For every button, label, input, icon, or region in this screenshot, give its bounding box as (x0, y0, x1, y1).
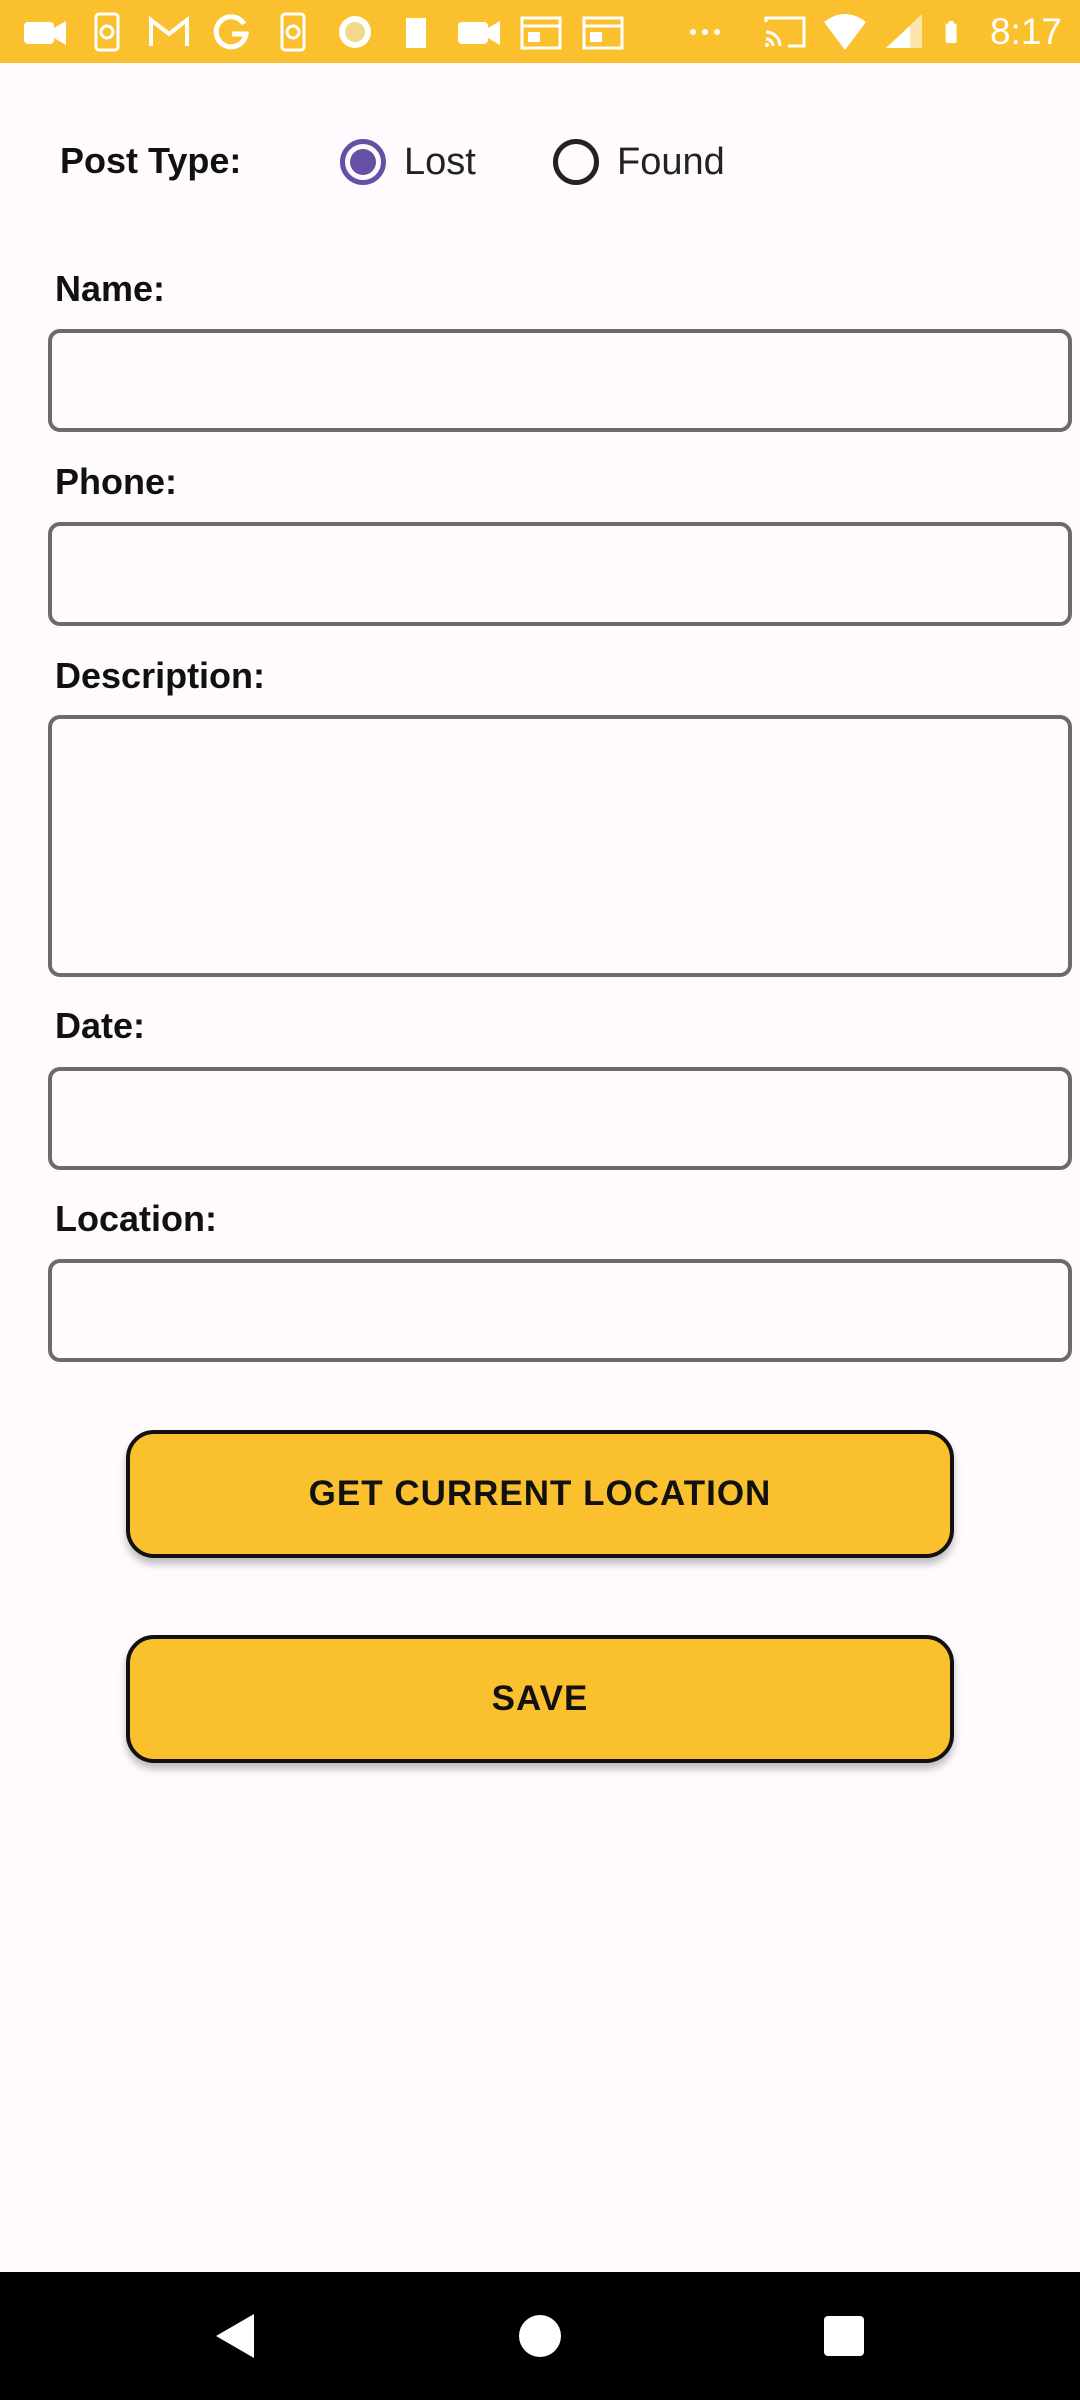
description-field[interactable] (48, 715, 1072, 977)
calendar-icon (520, 16, 562, 49)
radio-button-unchecked[interactable] (553, 139, 599, 185)
calendar-icon (582, 16, 624, 49)
location-label: Location: (55, 1198, 217, 1239)
back-icon[interactable] (216, 2314, 254, 2358)
name-label: Name: (55, 268, 166, 309)
cast-icon (764, 16, 806, 47)
location-field[interactable] (48, 1259, 1072, 1362)
navigation-bar (0, 2272, 1080, 2400)
date-input[interactable] (52, 1071, 1068, 1166)
google-icon (213, 13, 249, 49)
date-label: Date: (55, 1005, 146, 1046)
name-input[interactable] (52, 333, 1068, 428)
signal-icon (885, 13, 922, 48)
date-field[interactable] (48, 1067, 1072, 1170)
clock: 8:17 (989, 10, 1062, 52)
circle-icon (339, 15, 371, 48)
sd-card-icon (406, 17, 426, 48)
home-icon[interactable] (519, 2315, 561, 2357)
post-type-label: Post Type: (60, 140, 242, 181)
location-input[interactable] (52, 1263, 1068, 1358)
phone-field[interactable] (48, 522, 1072, 626)
phone-input[interactable] (52, 526, 1068, 622)
radio-found[interactable]: Found (553, 139, 725, 185)
description-label: Description: (55, 655, 266, 696)
name-field[interactable] (48, 329, 1072, 432)
description-input[interactable] (52, 719, 1068, 973)
radio-lost[interactable]: Lost (340, 139, 476, 185)
save-button[interactable]: SAVE (126, 1635, 954, 1763)
recents-icon[interactable] (824, 2316, 864, 2356)
get-current-location-button[interactable]: GET CURRENT LOCATION (126, 1430, 954, 1558)
podcast-icon (280, 12, 306, 51)
radio-lost-label: Lost (404, 140, 476, 183)
video-icon (24, 20, 66, 45)
radio-button-checked[interactable] (340, 139, 386, 185)
gmail-icon (149, 15, 189, 46)
phone-label: Phone: (55, 461, 177, 502)
video-icon (458, 20, 500, 45)
battery-icon (945, 20, 957, 43)
radio-found-label: Found (617, 140, 725, 183)
podcast-icon (94, 12, 120, 51)
more-dots-icon (690, 28, 720, 35)
status-bar: 8:17 (0, 0, 1080, 63)
wifi-icon (823, 13, 866, 50)
